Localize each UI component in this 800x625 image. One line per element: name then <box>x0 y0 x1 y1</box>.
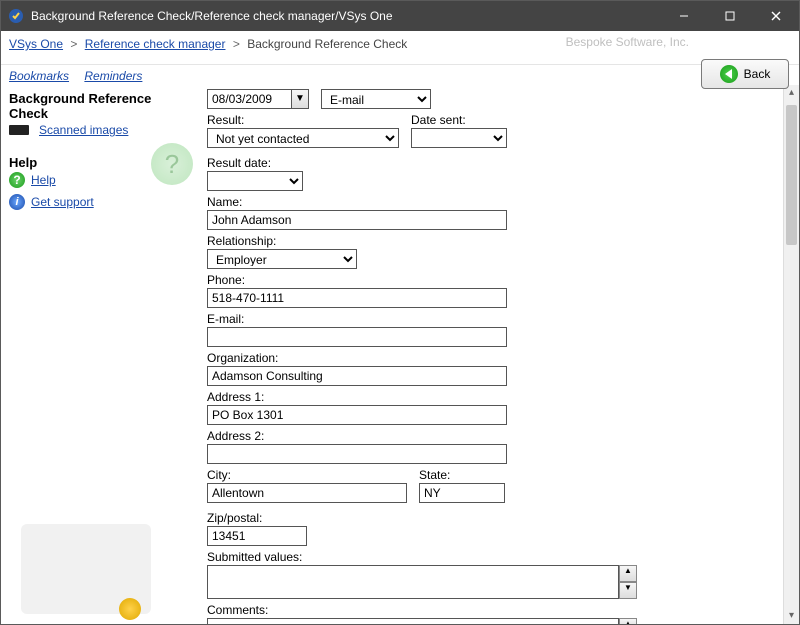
close-button[interactable] <box>753 1 799 31</box>
scanner-icon <box>9 125 29 135</box>
address2-input[interactable] <box>207 444 507 464</box>
titlebar: Background Reference Check/Reference che… <box>1 1 799 31</box>
scanned-images-link[interactable]: Scanned images <box>39 123 128 137</box>
phone-input[interactable] <box>207 288 507 308</box>
zip-input[interactable] <box>207 526 307 546</box>
help-link[interactable]: Help <box>31 173 56 187</box>
contact-method-select[interactable]: E-mail <box>321 89 431 109</box>
body: Background Reference Check Scanned image… <box>1 85 799 624</box>
comments-textarea[interactable] <box>207 618 619 624</box>
relationship-label: Relationship: <box>207 234 357 248</box>
result-select[interactable]: Not yet contacted <box>207 128 399 148</box>
sidebar-item-scanned[interactable]: Scanned images <box>9 123 193 137</box>
back-button-label: Back <box>744 67 771 81</box>
city-label: City: <box>207 468 407 482</box>
help-watermark-icon: ? <box>151 143 193 185</box>
sidebar-heading-check: Background Reference Check <box>9 91 193 121</box>
organization-input[interactable] <box>207 366 507 386</box>
date-sent-label: Date sent: <box>411 113 507 127</box>
email-label: E-mail: <box>207 312 507 326</box>
chevron-down-icon[interactable]: ▼ <box>291 89 309 109</box>
maximize-button[interactable] <box>707 1 753 31</box>
name-label: Name: <box>207 195 507 209</box>
breadcrumb-sep: > <box>70 37 77 51</box>
submitted-stepper[interactable]: ▲▼ <box>619 565 637 599</box>
breadcrumb-current: Background Reference Check <box>247 37 407 51</box>
app-icon <box>7 7 25 25</box>
minimize-button[interactable] <box>661 1 707 31</box>
record-date-picker[interactable]: ▼ <box>207 89 309 109</box>
breadcrumb: VSys One > Reference check manager > Bac… <box>9 37 407 51</box>
main-panel: ▼ E-mail Result: Not yet contacted Date … <box>201 85 799 624</box>
name-input[interactable] <box>207 210 507 230</box>
comments-label: Comments: <box>207 603 637 617</box>
ribbon-icon <box>119 598 141 620</box>
chevron-down-icon[interactable]: ▼ <box>619 582 637 599</box>
window-title: Background Reference Check/Reference che… <box>31 9 661 23</box>
support-link[interactable]: Get support <box>31 195 94 209</box>
organization-label: Organization: <box>207 351 507 365</box>
address2-label: Address 2: <box>207 429 507 443</box>
scroll-down-icon[interactable]: ▾ <box>784 608 799 624</box>
sidebar: Background Reference Check Scanned image… <box>1 85 201 624</box>
certificate-watermark <box>21 524 151 614</box>
help-icon: ? <box>9 172 25 188</box>
scroll-thumb[interactable] <box>786 105 797 245</box>
comments-stepper[interactable]: ▲▼ <box>619 618 637 624</box>
company-label: Bespoke Software, Inc. <box>566 35 689 49</box>
info-icon: i <box>9 194 25 210</box>
back-button[interactable]: Back <box>701 59 789 89</box>
result-label: Result: <box>207 113 399 127</box>
submitted-label: Submitted values: <box>207 550 637 564</box>
vertical-scrollbar[interactable]: ▴ ▾ <box>783 85 799 624</box>
breadcrumb-manager[interactable]: Reference check manager <box>85 37 226 51</box>
result-date-label: Result date: <box>207 156 303 170</box>
zip-label: Zip/postal: <box>207 511 307 525</box>
back-arrow-icon <box>720 65 738 83</box>
city-input[interactable] <box>207 483 407 503</box>
address1-label: Address 1: <box>207 390 507 404</box>
record-date-input[interactable] <box>207 89 291 109</box>
relationship-select[interactable]: Employer <box>207 249 357 269</box>
breadcrumb-sep: > <box>233 37 240 51</box>
reminders-link[interactable]: Reminders <box>84 69 142 83</box>
sidebar-item-support[interactable]: i Get support <box>9 194 193 210</box>
state-label: State: <box>419 468 505 482</box>
chevron-up-icon[interactable]: ▲ <box>619 618 637 624</box>
breadcrumb-root[interactable]: VSys One <box>9 37 63 51</box>
bookmarks-link[interactable]: Bookmarks <box>9 69 69 83</box>
date-sent-select[interactable] <box>411 128 507 148</box>
chevron-up-icon[interactable]: ▲ <box>619 565 637 582</box>
submitted-values-textarea[interactable] <box>207 565 619 599</box>
address1-input[interactable] <box>207 405 507 425</box>
state-input[interactable] <box>419 483 505 503</box>
quicklinks-row: Bookmarks Reminders <box>1 65 799 85</box>
toolbar-row: VSys One > Reference check manager > Bac… <box>1 31 799 65</box>
phone-label: Phone: <box>207 273 507 287</box>
result-date-select[interactable] <box>207 171 303 191</box>
app-window: Background Reference Check/Reference che… <box>0 0 800 625</box>
email-input[interactable] <box>207 327 507 347</box>
form-scroll: ▼ E-mail Result: Not yet contacted Date … <box>201 85 783 624</box>
